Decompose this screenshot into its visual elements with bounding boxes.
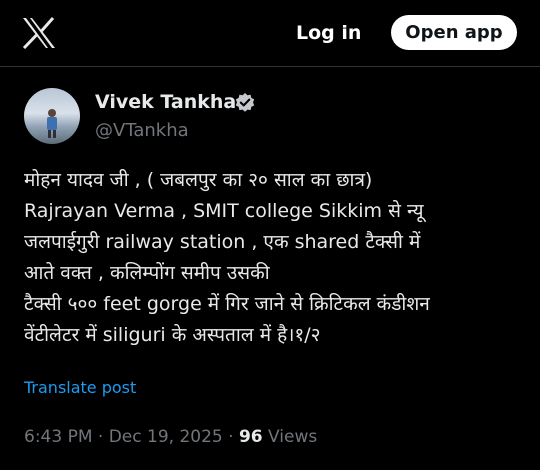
post-time[interactable]: 6:43 PM — [24, 427, 93, 447]
post-body-line: मोहन यादव जी , ( जबलपुर का २० साल का छात… — [24, 169, 373, 191]
post-body: मोहन यादव जी , ( जबलपुर का २० साल का छात… — [24, 165, 524, 351]
avatar[interactable] — [24, 88, 80, 144]
post-date[interactable]: Dec 19, 2025 — [109, 427, 223, 447]
meta-separator: · — [97, 427, 104, 447]
views-count: 96 — [238, 427, 263, 447]
header-divider — [0, 66, 540, 67]
post-body-line: जलपाईगुरी railway station , एक shared टै… — [24, 231, 421, 253]
views-label: Views — [268, 427, 318, 447]
post-body-line: वेंटीलेटर में siliguri के अस्पताल में है… — [24, 324, 321, 346]
post-body-line: आते वक्त , कलिम्पोंग समीप उसकी — [24, 262, 270, 284]
login-button[interactable]: Log in — [296, 20, 361, 46]
author-handle[interactable]: @VTankha — [95, 119, 189, 143]
post-body-line: टैक्सी ५०० feet gorge में गिर जाने से क्… — [24, 293, 430, 315]
translate-post-link[interactable]: Translate post — [24, 377, 136, 399]
verified-badge-icon — [234, 92, 256, 114]
meta-separator: · — [228, 427, 234, 447]
post-meta: 6:43 PM · Dec 19, 2025 · 96 Views — [24, 425, 317, 449]
author-name[interactable]: Vivek Tankha — [95, 90, 236, 114]
post-body-line: Rajrayan Verma , SMIT college Sikkim से … — [24, 200, 424, 222]
x-logo-icon[interactable] — [22, 17, 56, 50]
open-app-button[interactable]: Open app — [391, 15, 517, 50]
top-bar: Log in Open app — [0, 0, 540, 66]
